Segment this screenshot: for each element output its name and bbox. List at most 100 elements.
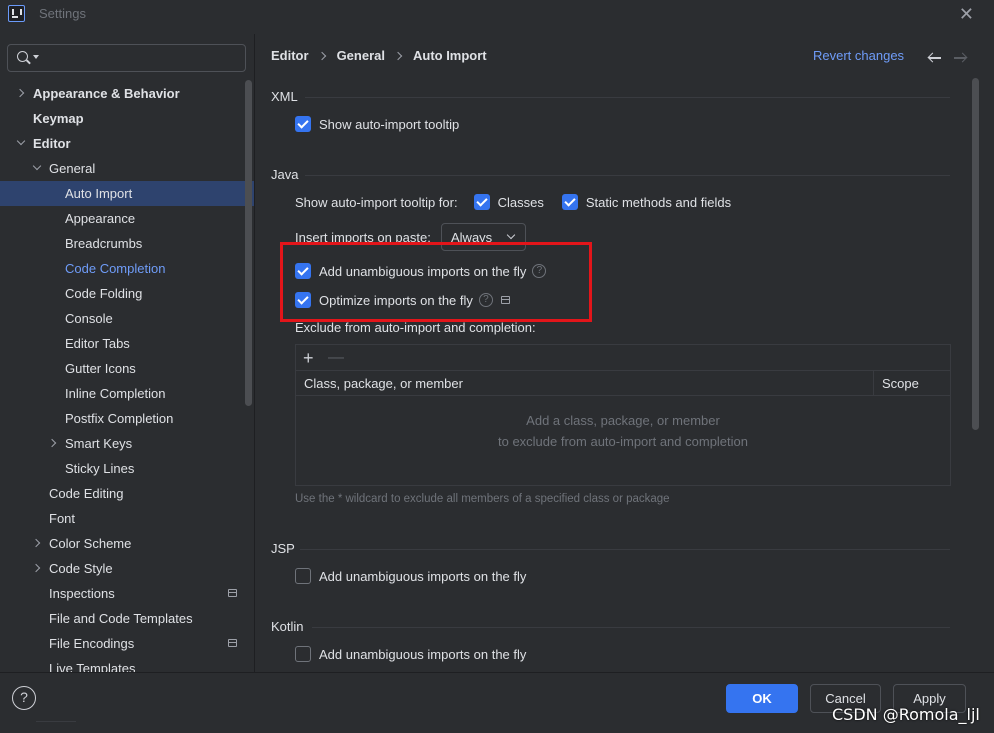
project-scope-icon [228,589,237,597]
sidebar-item[interactable]: Live Templates [0,656,254,672]
tooltip-for-label: Show auto-import tooltip for: [295,194,458,210]
sidebar-item-label: Editor [33,136,71,151]
sidebar-scrollbar[interactable] [245,80,252,406]
sidebar-item[interactable]: General [0,156,254,181]
table-header: Class, package, or member Scope [296,371,950,396]
checkbox-label: Add unambiguous imports on the fly [319,646,527,662]
annotation-highlight-box [280,242,592,322]
wildcard-hint: Use the * wildcard to exclude all member… [295,493,670,505]
section-title-xml: XML [271,89,298,104]
sidebar-item[interactable]: Postfix Completion [0,406,254,431]
project-scope-icon [228,639,237,647]
sidebar-item-label: Breadcrumbs [65,236,143,251]
section-title-jsp: JSP [271,541,295,556]
sidebar-item[interactable]: File and Code Templates [0,606,254,631]
chevron-right-icon[interactable] [47,431,59,456]
sidebar-item-label: Appearance & Behavior [33,86,180,101]
sidebar-item-label: Gutter Icons [65,361,136,376]
column-header-class[interactable]: Class, package, or member [304,376,463,391]
column-header-scope[interactable]: Scope [882,376,919,391]
sidebar-item[interactable]: Gutter Icons [0,356,254,381]
remove-icon: — [328,349,344,366]
breadcrumb: Editor General Auto Import [271,48,487,63]
chevron-right-icon[interactable] [31,556,43,581]
xml-show-tooltip-row[interactable]: Show auto-import tooltip [295,116,459,132]
jsp-add-unambiguous-checkbox[interactable] [295,568,311,584]
sidebar-item[interactable]: Smart Keys [0,431,254,456]
breadcrumb-editor[interactable]: Editor [271,48,309,63]
sidebar-item[interactable]: Appearance [0,206,254,231]
search-input[interactable] [7,44,246,72]
chevron-right-icon[interactable] [31,531,43,556]
window-title: Settings [39,6,86,21]
xml-show-tooltip-checkbox[interactable] [295,116,311,132]
sidebar-item[interactable]: Console [0,306,254,331]
chevron-right-icon [393,51,403,60]
sidebar-item-label: File and Code Templates [49,611,193,626]
taskbar-stub [36,721,76,733]
sidebar-item[interactable]: Editor [0,131,254,156]
column-separator[interactable] [873,371,874,396]
sidebar-item[interactable]: Font [0,506,254,531]
kotlin-add-unambiguous-checkbox[interactable] [295,646,311,662]
sidebar-item[interactable]: Breadcrumbs [0,231,254,256]
classes-checkbox[interactable] [473,194,490,210]
sidebar-item[interactable]: Keymap [0,106,254,131]
ok-button[interactable]: OK [726,684,798,713]
java-tooltip-row: Show auto-import tooltip for: Classes St… [295,194,731,210]
help-icon[interactable]: ? [12,686,36,710]
section-title-kotlin: Kotlin [271,619,304,634]
sidebar-item[interactable]: Sticky Lines [0,456,254,481]
exclude-table: + — Class, package, or member Scope Add … [295,344,951,486]
jsp-add-unambiguous-row[interactable]: Add unambiguous imports on the fly [295,568,526,584]
section-title-java: Java [271,167,299,182]
sidebar-item[interactable]: Inspections [0,581,254,606]
sidebar-item[interactable]: Auto Import [0,181,254,206]
pane-divider[interactable] [254,34,255,672]
content-scrollbar[interactable] [972,78,979,430]
chevron-right-icon[interactable] [15,81,27,106]
sidebar-item[interactable]: Code Editing [0,481,254,506]
revert-changes-link[interactable]: Revert changes [813,48,904,63]
kotlin-add-unambiguous-row[interactable]: Add unambiguous imports on the fly [295,646,526,662]
classes-label: Classes [497,194,544,210]
sidebar-item-label: Keymap [33,111,84,126]
sidebar-item-label: Sticky Lines [65,461,135,476]
add-icon[interactable]: + [303,349,314,367]
search-options-caret-icon[interactable] [33,55,39,59]
sidebar-item[interactable]: Color Scheme [0,531,254,556]
sidebar-item-label: Console [65,311,113,326]
sidebar-item[interactable]: File Encodings [0,631,254,656]
close-icon[interactable]: ✕ [959,4,974,25]
sidebar-item-label: Font [49,511,76,526]
back-arrow-icon[interactable] [929,57,941,59]
chevron-down-icon[interactable] [15,131,27,156]
sidebar-item[interactable]: Code Style [0,556,254,581]
sidebar-item[interactable]: Appearance & Behavior [0,81,254,106]
sidebar-item-label: General [49,161,96,176]
sidebar-item-label: Smart Keys [65,436,133,451]
forward-arrow-icon[interactable] [954,57,966,59]
sidebar-item-label: Inline Completion [65,386,166,401]
sidebar-item-label: Appearance [65,211,136,226]
search-icon [17,51,28,62]
chevron-right-icon [317,51,326,60]
empty-state-line-1[interactable]: Add a class, package, or member [296,413,950,428]
sidebar-item[interactable]: Code Folding [0,281,254,306]
static-methods-checkbox[interactable] [561,194,578,210]
sidebar-item-label: Postfix Completion [65,411,174,426]
exclude-label: Exclude from auto-import and completion: [295,320,536,335]
title-bar: Settings ✕ [0,0,994,28]
breadcrumb-auto-import: Auto Import [412,48,487,63]
sidebar-item[interactable]: Inline Completion [0,381,254,406]
sidebar-item[interactable]: Editor Tabs [0,331,254,356]
checkbox-label: Add unambiguous imports on the fly [319,568,527,584]
sidebar-item-label: Live Templates [49,661,136,672]
sidebar-item-label: File Encodings [49,636,135,651]
chevron-down-icon[interactable] [31,156,43,181]
breadcrumb-general[interactable]: General [337,48,385,63]
table-toolbar: + — [296,345,950,371]
intellij-app-icon [8,5,25,22]
sidebar-item[interactable]: Code Completion [0,256,254,281]
checkbox-label: Show auto-import tooltip [319,116,460,132]
